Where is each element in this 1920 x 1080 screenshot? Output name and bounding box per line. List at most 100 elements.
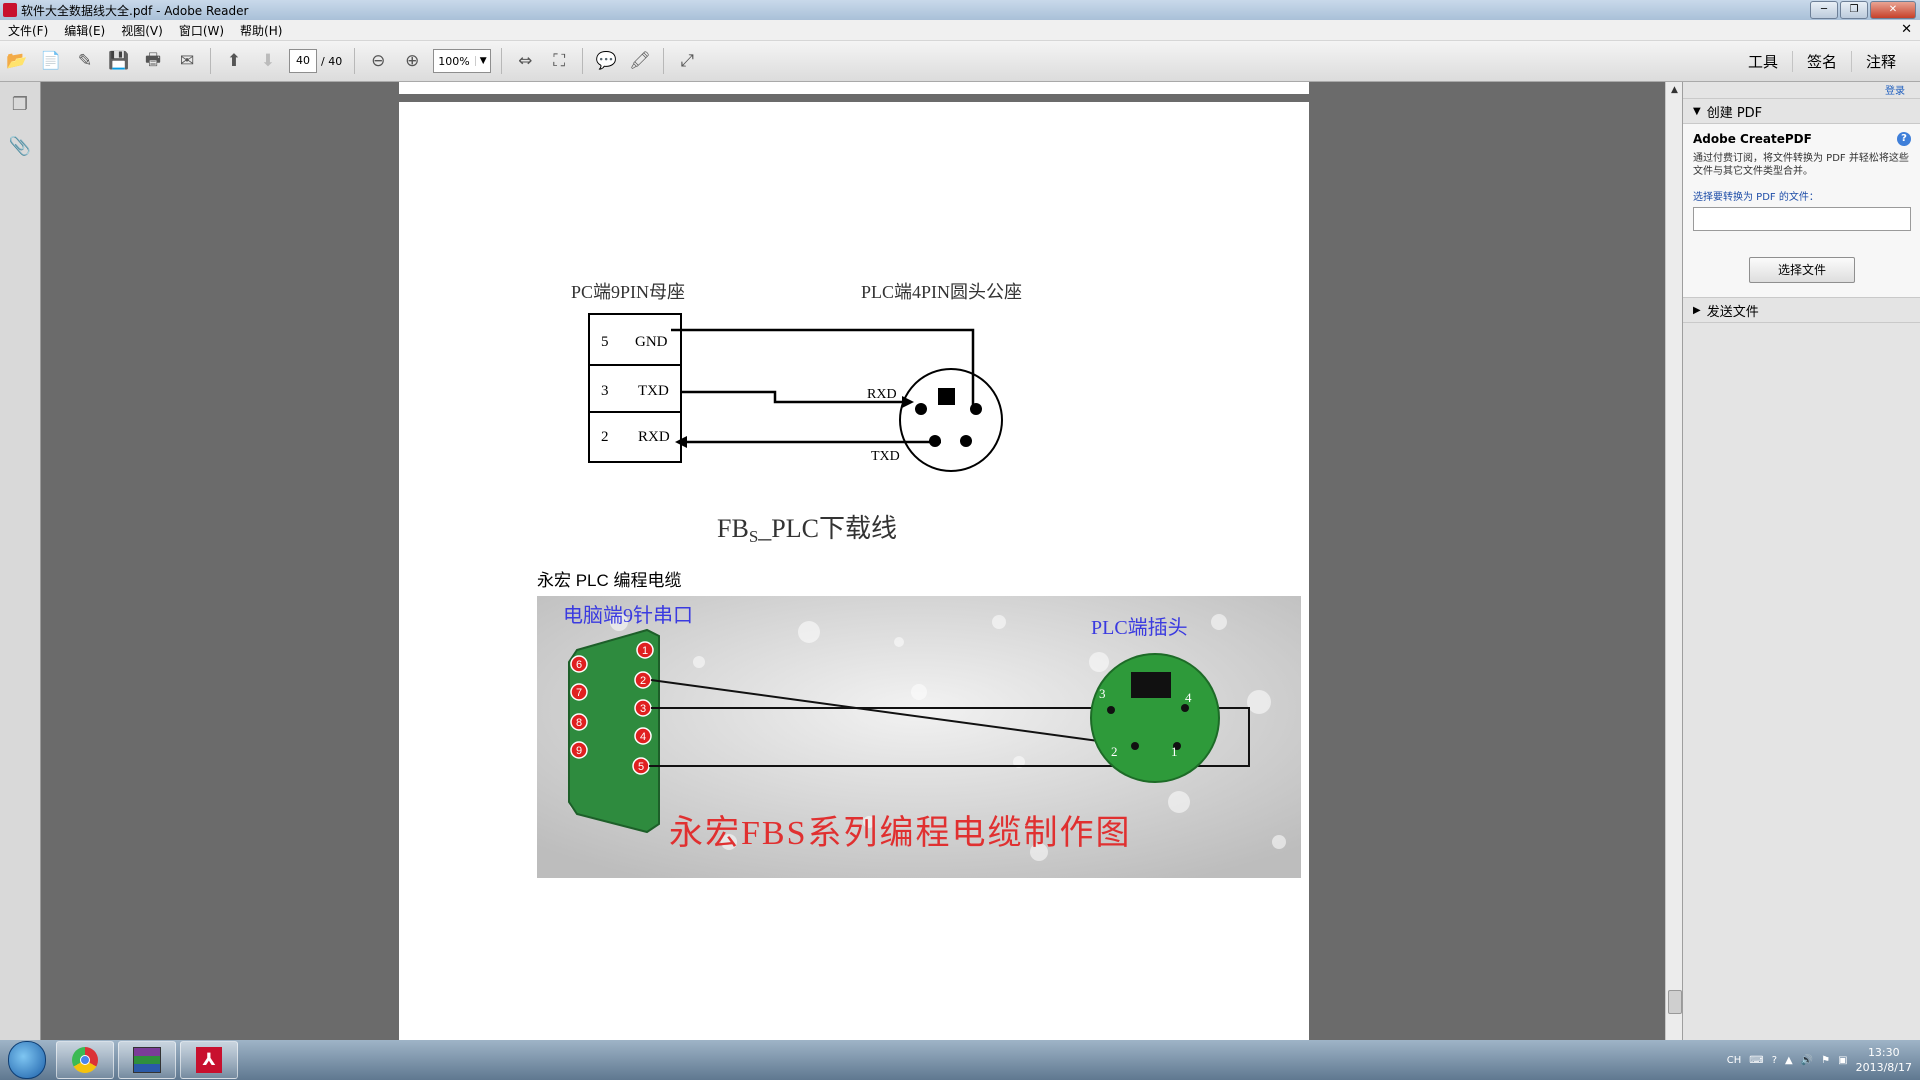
toolbar-separator [582, 48, 584, 74]
volume-icon[interactable]: 🔊 [1801, 1055, 1813, 1066]
help-icon[interactable]: ? [1897, 132, 1911, 146]
previous-page-edge [399, 82, 1309, 94]
login-link[interactable]: 登录 [1683, 82, 1920, 99]
pdf-page: PC端9PIN母座 PLC端4PIN圆头公座 5 GND 3 TXD 2 RXD [399, 102, 1309, 1040]
plc-rxd-label: RXD [867, 387, 897, 402]
print-icon[interactable]: 🖶 [140, 48, 166, 74]
chevron-down-icon[interactable]: ▼ [475, 56, 490, 66]
db9-pin-label: 1 [642, 645, 648, 657]
menu-view[interactable]: 视图(V) [113, 22, 171, 39]
zoom-in-icon[interactable]: ⊕ [399, 48, 425, 74]
db9-pin-label: 5 [638, 761, 644, 773]
fit-width-icon[interactable]: ⇔ [512, 48, 538, 74]
plc-txd-label: TXD [871, 449, 900, 464]
previous-page-icon[interactable]: ⬆ [221, 48, 247, 74]
collapsed-triangle-icon: ▶ [1693, 304, 1701, 316]
product-description: 通过付费订阅，将文件转换为 PDF 并轻松将这些文件与其它文件类型合并。 [1693, 153, 1909, 177]
scroll-thumb[interactable] [1668, 990, 1682, 1014]
toolbar-separator [210, 48, 211, 74]
start-button[interactable] [8, 1041, 46, 1079]
menu-bar: 文件(F) 编辑(E) 视图(V) 窗口(W) 帮助(H) ✕ [0, 20, 1920, 41]
help-tray-icon[interactable]: ? [1772, 1055, 1777, 1066]
fit-page-icon[interactable]: ⛶ [546, 48, 572, 74]
network-icon[interactable]: ▣ [1838, 1055, 1847, 1066]
db9-pin-label: 7 [576, 687, 582, 699]
sign-link[interactable]: 签名 [1791, 50, 1851, 72]
taskbar-winrar[interactable] [118, 1041, 176, 1079]
page-total: / 40 [321, 54, 343, 68]
create-pdf-title: 创建 PDF [1706, 105, 1763, 121]
plc-pin-label: 3 [1099, 686, 1106, 701]
menu-window[interactable]: 窗口(W) [171, 22, 232, 39]
next-page-icon[interactable]: ⬇ [255, 48, 281, 74]
minimize-button[interactable]: ─ [1810, 1, 1838, 19]
cable-photo: 1 2 3 4 5 6 7 8 9 3 4 2 1 电脑端9针串口 PLC端插头… [537, 596, 1301, 878]
taskbar-chrome[interactable] [56, 1041, 114, 1079]
plc-pin-dot [960, 435, 972, 447]
adobe-reader-icon: ⅄ [196, 1047, 222, 1073]
full-screen-icon[interactable]: ⤢ [674, 48, 700, 74]
close-window-button[interactable]: ✕ [1870, 1, 1916, 19]
clock[interactable]: 13:30 2013/8/17 [1856, 1045, 1912, 1075]
adobe-reader-icon [3, 3, 17, 17]
create-pdf-panel-header[interactable]: ▼ 创建 PDF [1683, 99, 1920, 124]
maximize-button[interactable]: ❐ [1840, 1, 1868, 19]
db9-pin-label: 9 [576, 745, 582, 757]
db9-pin-label: 8 [576, 717, 582, 729]
product-name: Adobe CreatePDF [1693, 132, 1812, 146]
db9-pin-label: 3 [640, 703, 646, 715]
plc-pin-label: 2 [1111, 744, 1118, 759]
chrome-icon [72, 1047, 98, 1073]
plc-pin-dot [915, 403, 927, 415]
file-path-input[interactable] [1693, 207, 1911, 231]
toolbar-separator [663, 48, 665, 74]
toolbar-separator [354, 48, 356, 74]
create-pdf-icon[interactable]: 📄 [38, 48, 64, 74]
db9-pin-2: 2 [601, 429, 609, 445]
zoom-out-icon[interactable]: ⊖ [365, 48, 391, 74]
db9-signal-rxd: RXD [638, 429, 670, 445]
send-files-panel-header[interactable]: ▶ 发送文件 [1683, 298, 1920, 323]
taskbar-adobe-reader[interactable]: ⅄ [180, 1041, 238, 1079]
highlight-icon[interactable]: 🖍 [627, 48, 653, 74]
menu-file[interactable]: 文件(F) [0, 22, 56, 39]
keyboard-icon[interactable]: ⌨ [1749, 1055, 1763, 1066]
system-tray: CH ⌨ ? ▲ 🔊 ⚑ ▣ 13:30 2013/8/17 [1727, 1040, 1912, 1080]
plc-pin-dot [970, 403, 982, 415]
close-document-button[interactable]: ✕ [1901, 22, 1912, 37]
page-thumbnails-icon[interactable]: ❐ [8, 92, 32, 116]
plc-plug-key [1131, 672, 1171, 698]
diagram-caption: FBS_PLC下载线 [717, 514, 897, 546]
email-icon[interactable]: ✉ [174, 48, 200, 74]
open-file-icon[interactable]: 📂 [4, 48, 30, 74]
zoom-select[interactable]: 100% ▼ [433, 49, 492, 73]
choose-file-button[interactable]: 选择文件 [1749, 257, 1855, 283]
input-language[interactable]: CH [1727, 1055, 1742, 1066]
section-label: 永宏 PLC 编程电缆 [537, 571, 682, 590]
edit-icon[interactable]: ✎ [72, 48, 98, 74]
vertical-scrollbar[interactable]: ▲ [1665, 82, 1683, 1040]
winrar-icon [133, 1047, 161, 1073]
tools-pane: 登录 ▼ 创建 PDF Adobe CreatePDF ? 通过付费订阅，将文件… [1682, 82, 1920, 1040]
db9-pin-label: 4 [640, 731, 646, 743]
attachments-icon[interactable]: 📎 [8, 134, 32, 158]
scroll-up-icon[interactable]: ▲ [1666, 82, 1683, 99]
menu-edit[interactable]: 编辑(E) [56, 22, 113, 39]
plc-key-square [938, 388, 955, 405]
tools-link[interactable]: 工具 [1734, 51, 1792, 72]
navigation-pane: ❐ 📎 [0, 82, 41, 1040]
action-center-flag-icon[interactable]: ⚑ [1821, 1055, 1830, 1066]
document-viewport[interactable]: PC端9PIN母座 PLC端4PIN圆头公座 5 GND 3 TXD 2 RXD [41, 82, 1669, 1040]
show-hidden-icons-icon[interactable]: ▲ [1785, 1055, 1793, 1066]
window-title: 软件大全数据线大全.pdf - Adobe Reader [21, 3, 249, 18]
db9-pin-5: 5 [601, 334, 609, 350]
comment-icon[interactable]: 💬 [593, 48, 619, 74]
comment-link[interactable]: 注释 [1850, 50, 1910, 72]
wiring-lines [671, 328, 975, 444]
windows-taskbar: ⅄ CH ⌨ ? ▲ 🔊 ⚑ ▣ 13:30 2013/8/17 [0, 1040, 1920, 1080]
menu-help[interactable]: 帮助(H) [232, 22, 290, 39]
page-number-input[interactable]: 40 [289, 49, 317, 73]
create-pdf-panel: Adobe CreatePDF ? 通过付费订阅，将文件转换为 PDF 并轻松将… [1683, 124, 1920, 298]
save-icon[interactable]: 💾 [106, 48, 132, 74]
plc-connector-circle [899, 368, 1003, 472]
